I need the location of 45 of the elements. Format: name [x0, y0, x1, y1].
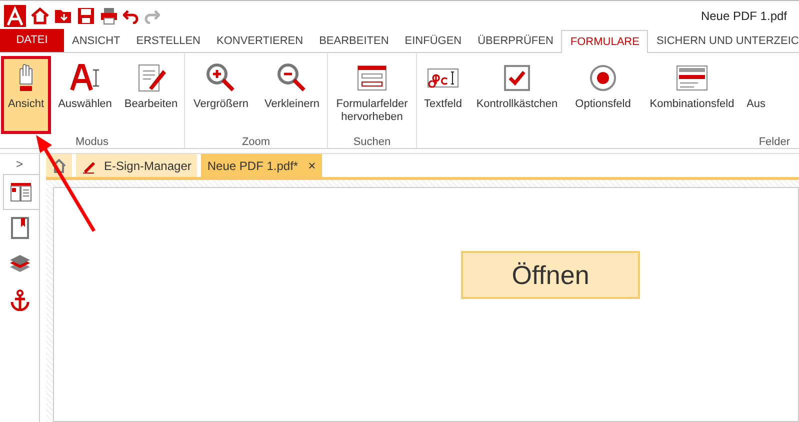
pages-panel-icon: [10, 181, 32, 203]
ribbon-button[interactable]: Vergrößern: [186, 56, 256, 134]
expand-button[interactable]: >: [16, 154, 23, 174]
printer-icon[interactable]: [100, 6, 118, 24]
checkbox-icon: [501, 62, 533, 94]
group-label: Suchen: [353, 135, 391, 150]
open-button[interactable]: Öffnen: [461, 251, 640, 299]
zoom-out-icon: [276, 62, 308, 94]
logo-icon[interactable]: [4, 4, 26, 26]
layers-icon: [8, 253, 30, 275]
zoom-in-icon: [205, 62, 237, 94]
ribbon-button[interactable]: Kombinationsfeld: [642, 56, 742, 134]
ribbon-tab[interactable]: ANSICHT: [64, 30, 128, 52]
ribbon-button[interactable]: Textfeld: [418, 56, 468, 134]
group-label: Modus: [75, 135, 109, 150]
file-tab[interactable]: DATEI: [0, 29, 64, 52]
group-label: Felder: [758, 135, 790, 150]
sidebar-tab[interactable]: [2, 174, 38, 210]
ribbon-tab[interactable]: BEARBEITEN: [311, 30, 397, 52]
ribbon-tab[interactable]: ERSTELLEN: [128, 30, 208, 52]
ribbon-button[interactable]: Verkleinern: [258, 56, 326, 134]
undo-icon[interactable]: [123, 8, 139, 24]
ribbon-tab[interactable]: EINFÜGEN: [396, 30, 470, 52]
home-icon: [52, 158, 66, 172]
ribbon-tab[interactable]: SICHERN UND UNTERZEIC: [648, 30, 799, 52]
group-label: Zoom: [242, 135, 270, 150]
close-button[interactable]: ×: [308, 156, 316, 176]
home-icon[interactable]: [31, 6, 49, 24]
radio-button-icon: [587, 62, 619, 94]
ribbon-button[interactable]: Kontrollkästchen: [470, 56, 564, 134]
ribbon-tab[interactable]: ÜBERPRÜFEN: [470, 30, 562, 52]
bookmark-icon: [8, 217, 30, 239]
ribbon-tab[interactable]: FORMULARE: [561, 30, 648, 53]
anchor-icon: [8, 289, 30, 311]
ribbon-button[interactable]: Formularfelder hervorheben: [329, 56, 415, 134]
ribbon-button[interactable]: Auswählen: [53, 56, 117, 134]
ribbon-button[interactable]: Aus: [744, 56, 768, 134]
ribbon-button[interactable]: Optionsfeld: [566, 56, 640, 134]
ribbon-button[interactable]: Bearbeiten: [119, 56, 183, 134]
ribbon-button[interactable]: Ansicht: [1, 56, 51, 134]
window-title: Neue PDF 1.pdf: [700, 8, 787, 24]
ribbon-tab[interactable]: KONVERTIEREN: [208, 30, 312, 52]
save-icon[interactable]: [77, 6, 95, 24]
document-tab[interactable]: E-Sign-Manager: [76, 154, 198, 177]
document-tab[interactable]: Neue PDF 1.pdf* ×: [201, 154, 322, 177]
